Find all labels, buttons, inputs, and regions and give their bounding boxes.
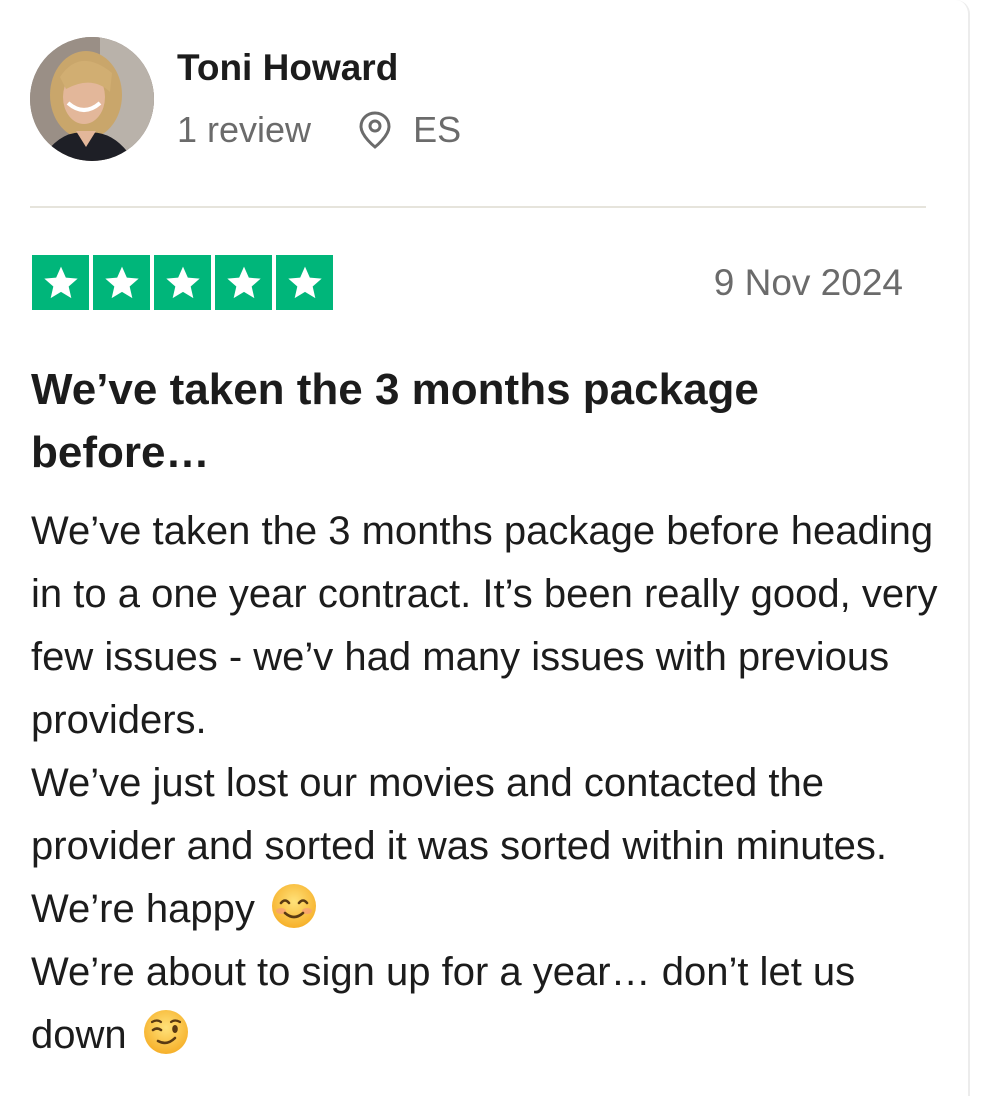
- winking-face-icon: [143, 1010, 188, 1054]
- review-count: 1 review: [177, 109, 312, 150]
- review-date: 9 Nov 2024: [713, 262, 903, 303]
- review-paragraph: We’ve just lost our movies and contacted…: [31, 761, 887, 931]
- star-icon: [32, 255, 89, 310]
- star-icon: [93, 255, 150, 310]
- location-pin-icon: [359, 111, 391, 149]
- avatar[interactable]: [30, 37, 154, 161]
- divider: [30, 206, 926, 208]
- star-icon: [154, 255, 211, 310]
- star-rating: [32, 255, 333, 310]
- review-paragraph: We’ve taken the 3 months package before …: [31, 509, 938, 742]
- country-code: ES: [413, 109, 462, 150]
- reviewer-location: ES: [357, 109, 461, 151]
- reviewer-header: Toni Howard 1 review ES: [30, 37, 926, 161]
- review-card: Toni Howard 1 review ES 9 Nov 2024 We’ve…: [0, 0, 970, 1096]
- star-icon: [276, 255, 333, 310]
- reviewer-name[interactable]: Toni Howard: [177, 47, 398, 89]
- star-icon: [215, 255, 272, 310]
- reviewer-photo: [30, 37, 154, 161]
- review-body: We’ve taken the 3 months package before …: [31, 500, 951, 1067]
- review-title[interactable]: We’ve taken the 3 months package before…: [31, 358, 911, 484]
- reviewer-meta: 1 review ES: [177, 109, 461, 151]
- review-paragraph: We’re about to sign up for a year… don’t…: [31, 950, 856, 1057]
- smiling-face-icon: [271, 884, 316, 928]
